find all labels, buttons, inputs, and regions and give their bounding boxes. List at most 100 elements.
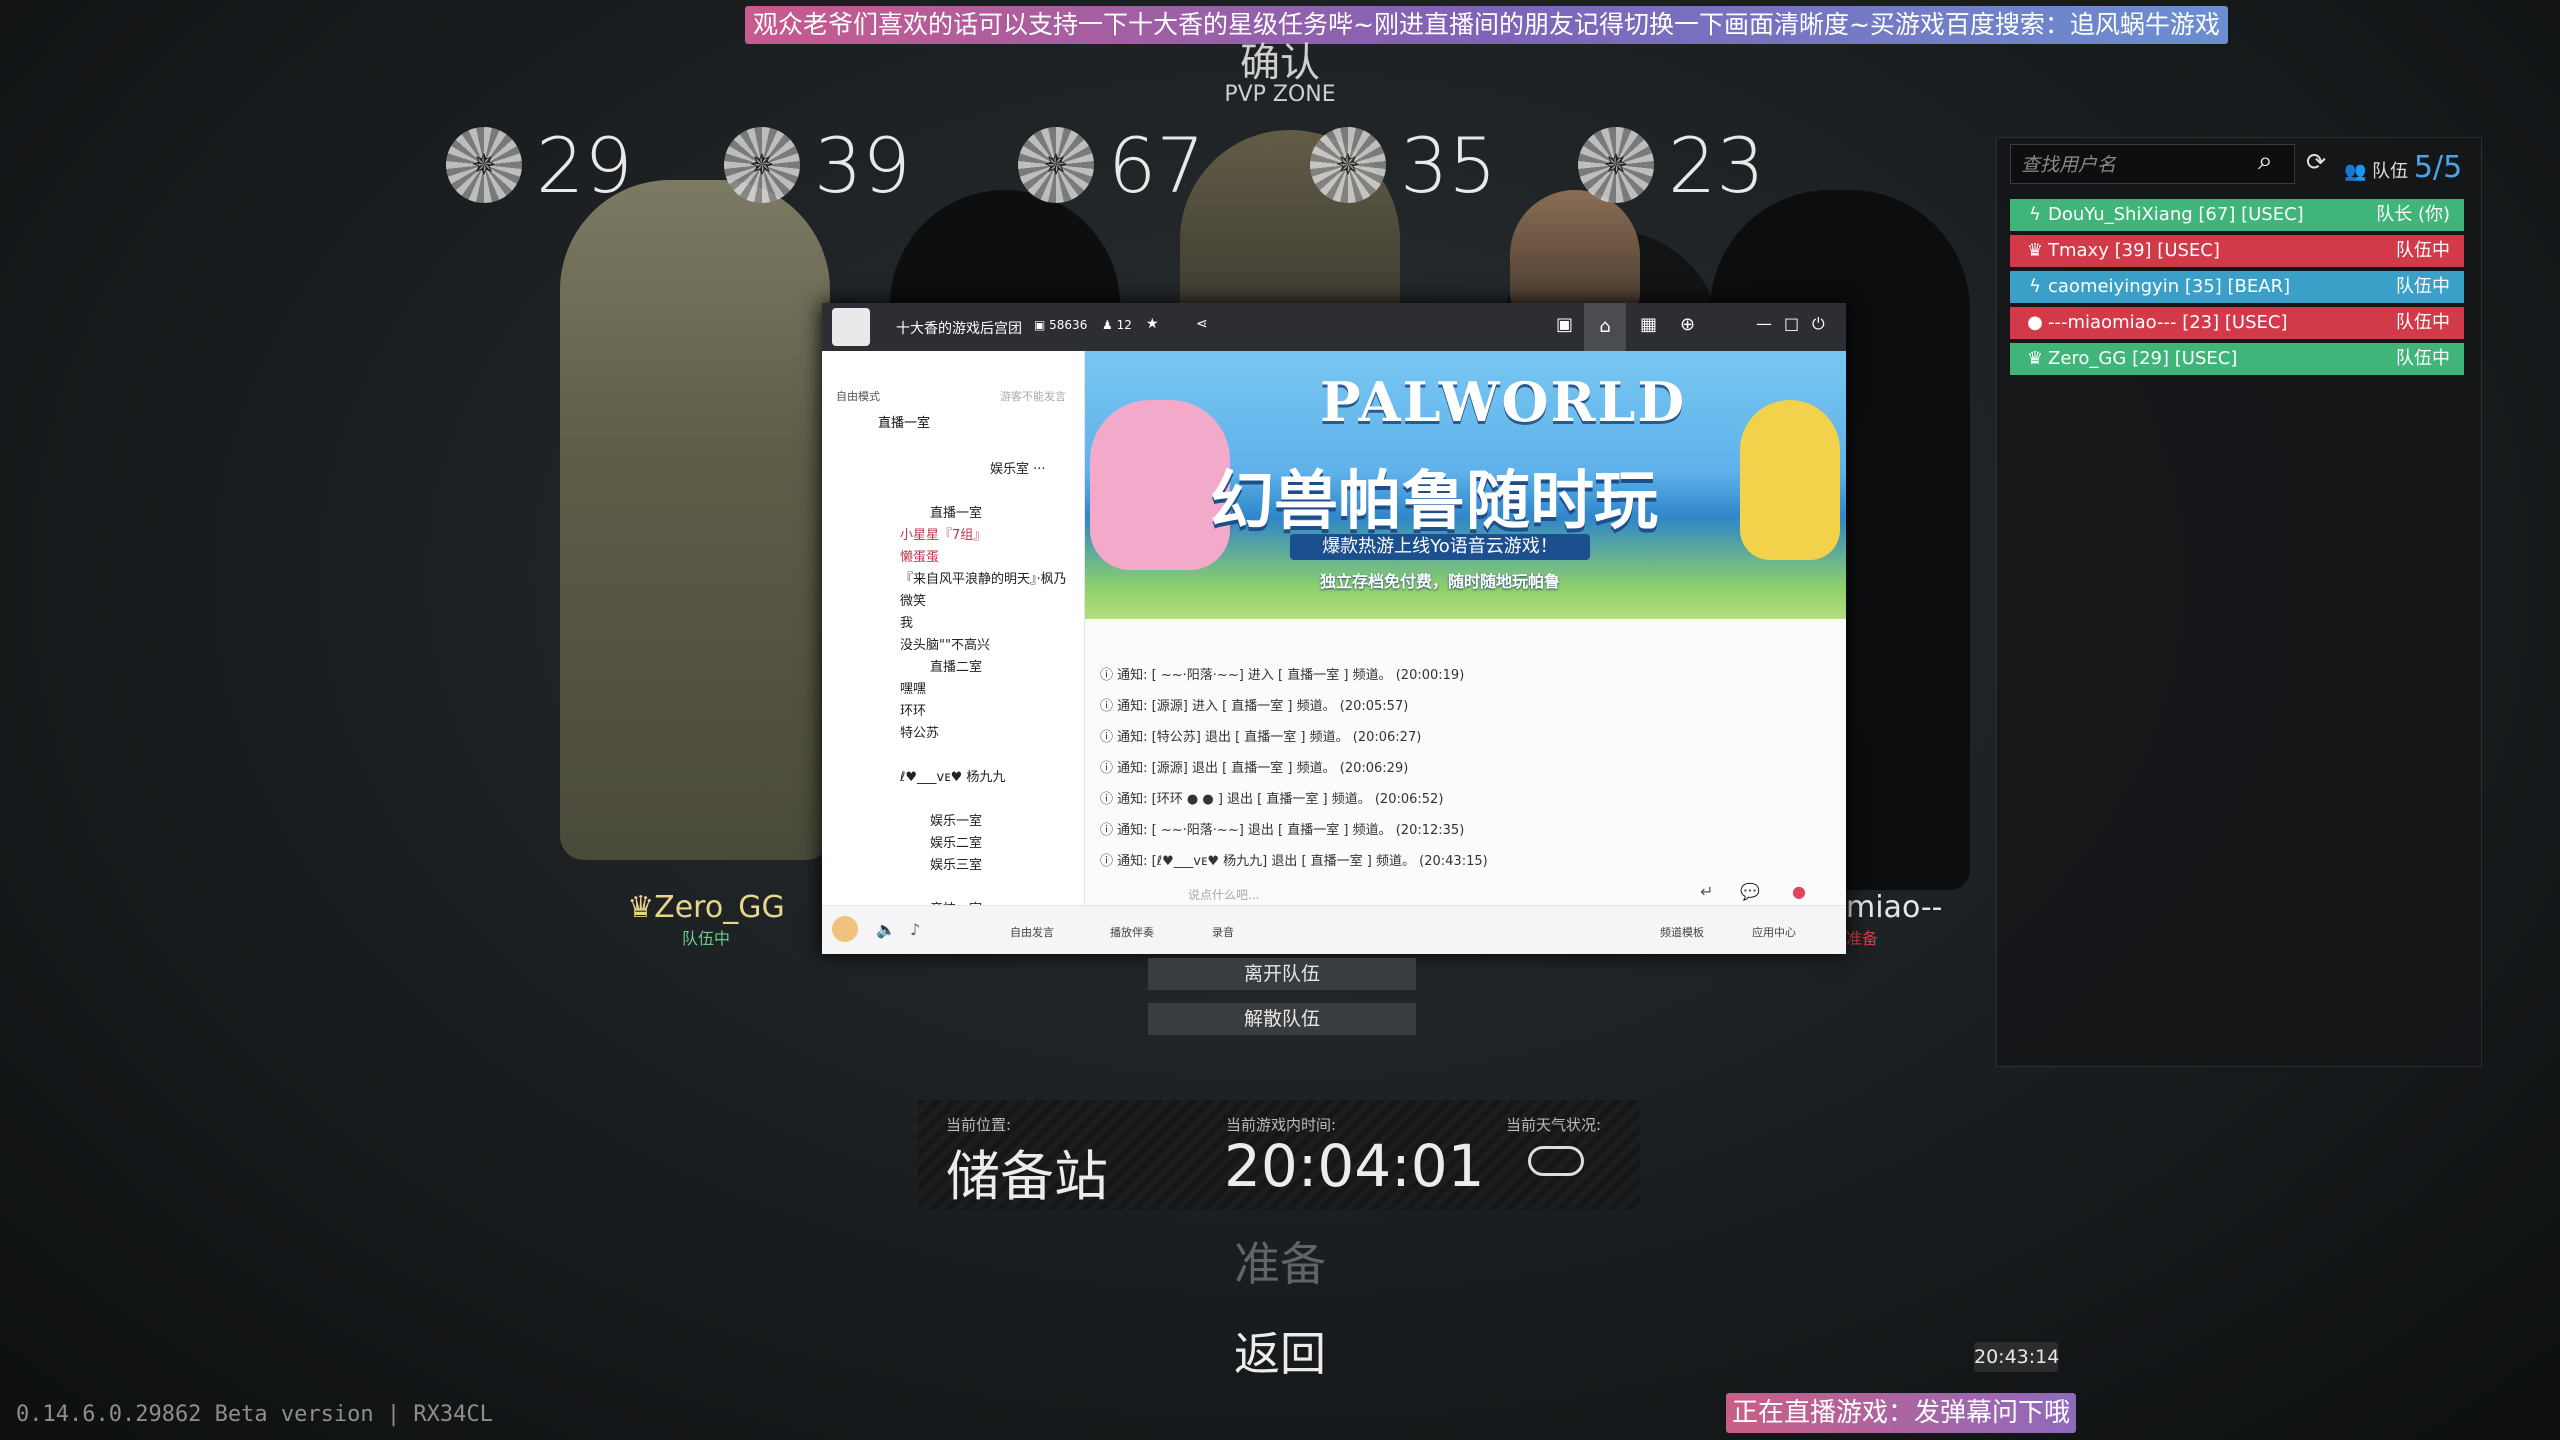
crown-icon: ♛ bbox=[2026, 240, 2044, 261]
player-status: 准备 bbox=[1846, 929, 1879, 948]
person-icon: ● bbox=[2027, 312, 2043, 333]
home-tab[interactable]: ⌂ bbox=[1584, 303, 1626, 351]
stream-banner: 观众老爷们喜欢的话可以支持一下十大香的星级任务哔~刚进直播间的朋友记得切换一下画… bbox=[745, 6, 2228, 44]
ready-button[interactable]: 准备 bbox=[1180, 1228, 1380, 1294]
crown-icon: ♛ bbox=[2026, 348, 2044, 369]
user-item[interactable]: 没头脑""不高兴 bbox=[900, 634, 990, 653]
info-icon: ⓘ bbox=[1100, 792, 1118, 807]
user-item[interactable]: 嘿嘿 bbox=[900, 678, 926, 697]
chat-icon[interactable]: 💬 bbox=[1740, 882, 1760, 901]
user-item[interactable]: 『来自风平浪静的明天』·枫乃 bbox=[900, 568, 1067, 587]
level-badge: ✵ 39 bbox=[724, 120, 911, 210]
mode-hint: 游客不能发言 bbox=[1000, 390, 1066, 403]
pal-character-yellow bbox=[1740, 400, 1840, 560]
channel-item[interactable]: 娱乐二室 bbox=[930, 832, 982, 851]
squad-member-row[interactable]: ϟ DouYu_ShiXiang [67] [USEC] 队长 (你) bbox=[2010, 199, 2464, 231]
squad-count: 👥 队伍 5/5 bbox=[2344, 150, 2463, 185]
operator-model-left bbox=[560, 180, 830, 860]
page-title: 确认 bbox=[1240, 40, 1320, 86]
user-item[interactable]: 我 bbox=[900, 612, 913, 631]
level-number: 35 bbox=[1400, 120, 1497, 210]
user-item[interactable]: 懒蛋蛋 bbox=[900, 546, 939, 565]
level-number: 29 bbox=[536, 120, 633, 210]
mic-icon[interactable]: ● bbox=[1792, 882, 1806, 901]
user-item[interactable]: 微笑 bbox=[900, 590, 926, 609]
music-button[interactable]: 播放伴奏 bbox=[1110, 924, 1154, 940]
squad-icon: 👥 bbox=[2344, 161, 2367, 182]
refresh-icon[interactable]: ⟳ bbox=[2306, 148, 2326, 176]
search-input[interactable]: 查找用户名 bbox=[2010, 144, 2295, 184]
share-icon[interactable]: ⋖ bbox=[1196, 316, 1208, 332]
channel-template-button[interactable]: 频道模板 bbox=[1660, 924, 1704, 940]
squad-member-row[interactable]: ♛ Tmaxy [39] [USEC] 队伍中 bbox=[2010, 235, 2464, 267]
member-status: 队伍中 bbox=[2396, 312, 2450, 333]
squad-member-row[interactable]: ϟ caomeiyingyin [35] [BEAR] 队伍中 bbox=[2010, 271, 2464, 303]
chat-message: ⓘ 通知: [特公苏] 退出 [ 直播一室 ] 频道。 (20:06:27) bbox=[1100, 730, 1422, 745]
favorite-icon[interactable]: ★ bbox=[1146, 316, 1159, 332]
version-text: 0.14.6.0.29862 Beta version | RX34CL bbox=[16, 1402, 493, 1427]
chat-message: ⓘ 通知: [源源] 退出 [ 直播一室 ] 频道。 (20:06:29) bbox=[1100, 761, 1409, 776]
online-count: ♟ 12 bbox=[1102, 318, 1132, 332]
back-button[interactable]: 返回 bbox=[1180, 1318, 1380, 1384]
channel-item[interactable]: 娱乐一室 bbox=[930, 810, 982, 829]
squad-member-row[interactable]: ● ---miaomiao--- [23] [USEC] 队伍中 bbox=[2010, 307, 2464, 339]
user-avatar[interactable] bbox=[832, 916, 858, 942]
power-icon[interactable]: ⏻ bbox=[1812, 314, 1825, 334]
member-name: caomeiyingyin [35] [BEAR] bbox=[2048, 276, 2291, 297]
level-badge: ✵ 35 bbox=[1310, 120, 1497, 210]
banner-sub-2: 独立存档免付费，随时随地玩帕鲁 bbox=[1320, 572, 1561, 591]
rank-emblem-icon: ✵ bbox=[1578, 127, 1654, 203]
cloud-icon bbox=[1528, 1146, 1584, 1176]
zone-subtitle: PVP ZONE bbox=[1224, 82, 1336, 107]
squad-member-row[interactable]: ♛ Zero_GG [29] [USEC] 队伍中 bbox=[2010, 343, 2464, 375]
level-badge: ✵ 29 bbox=[446, 120, 633, 210]
bolt-icon: ϟ bbox=[2029, 204, 2041, 225]
player-status: 队伍中 bbox=[681, 929, 730, 948]
rank-emblem-icon: ✵ bbox=[1310, 127, 1386, 203]
home-icon: ⌂ bbox=[1599, 316, 1611, 337]
user-item[interactable]: 环环 bbox=[900, 700, 926, 719]
player-card-left[interactable]: ♛Zero_GG 队伍中 bbox=[616, 890, 796, 949]
maximize-icon[interactable]: □ bbox=[1784, 314, 1799, 333]
mic-toggle-icon[interactable]: ♪ bbox=[910, 920, 920, 939]
channel-item[interactable]: 直播一室 bbox=[930, 502, 982, 521]
volume-icon[interactable]: 🔈 bbox=[876, 920, 896, 939]
room-id: ▣ 58636 bbox=[1034, 318, 1088, 332]
app-center-button[interactable]: 应用中心 bbox=[1752, 924, 1796, 940]
level-number: 23 bbox=[1668, 120, 1765, 210]
channel-item[interactable]: 娱乐室 ··· bbox=[990, 458, 1046, 477]
free-speak-button[interactable]: 自由发言 bbox=[1010, 924, 1054, 940]
level-badge: ✵ 23 bbox=[1578, 120, 1765, 210]
disband-squad-button[interactable]: 解散队伍 bbox=[1148, 1003, 1416, 1035]
video-icon[interactable]: ▣ bbox=[1556, 314, 1573, 335]
game-time-value: 20:04:01 bbox=[1224, 1132, 1485, 1200]
member-name: DouYu_ShiXiang [67] [USEC] bbox=[2048, 204, 2304, 225]
chat-input[interactable]: 说点什么吧... bbox=[1188, 886, 1259, 903]
rank-emblem-icon: ✵ bbox=[1018, 127, 1094, 203]
banner-sub-1: 爆款热游上线Yo语音云游戏！ bbox=[1290, 534, 1590, 560]
info-icon: ⓘ bbox=[1100, 823, 1118, 838]
gamepad-icon[interactable]: ⊕ bbox=[1680, 314, 1695, 335]
info-icon: ⓘ bbox=[1100, 668, 1118, 683]
banner-title: PALWORLD bbox=[1320, 370, 1687, 434]
grid-icon[interactable]: ▦ bbox=[1640, 314, 1657, 335]
record-button[interactable]: 录音 bbox=[1212, 924, 1234, 940]
banner-cn-title: 幻兽帕鲁随时玩 bbox=[1210, 465, 1658, 539]
info-icon: ⓘ bbox=[1100, 854, 1118, 869]
minimize-icon[interactable]: — bbox=[1756, 314, 1772, 333]
channel-item[interactable]: 直播二室 bbox=[930, 656, 982, 675]
user-item[interactable]: 小星星『7组』 bbox=[900, 524, 986, 543]
info-icon: ⓘ bbox=[1100, 699, 1118, 714]
send-icon[interactable]: ↵ bbox=[1700, 882, 1713, 901]
level-badge: ✵ 67 bbox=[1018, 120, 1205, 210]
user-item[interactable]: 特公苏 bbox=[900, 722, 939, 741]
stream-clock: 20:43:14 bbox=[1974, 1342, 2059, 1372]
channel-item[interactable]: 娱乐三室 bbox=[930, 854, 982, 873]
chat-message: ⓘ 通知: [环环 ● ● ] 退出 [ 直播一室 ] 频道。 (20:06:5… bbox=[1100, 792, 1444, 807]
search-icon[interactable]: ⌕ bbox=[2258, 146, 2273, 177]
user-item[interactable]: ℓ♥___ᴠᴇ♥ 杨九九 bbox=[900, 766, 1005, 785]
leave-squad-button[interactable]: 离开队伍 bbox=[1148, 958, 1416, 990]
player-card-right[interactable]: miao-- 准备 bbox=[1846, 890, 1966, 949]
mode-label[interactable]: 自由模式 bbox=[836, 388, 880, 404]
level-number: 39 bbox=[814, 120, 911, 210]
